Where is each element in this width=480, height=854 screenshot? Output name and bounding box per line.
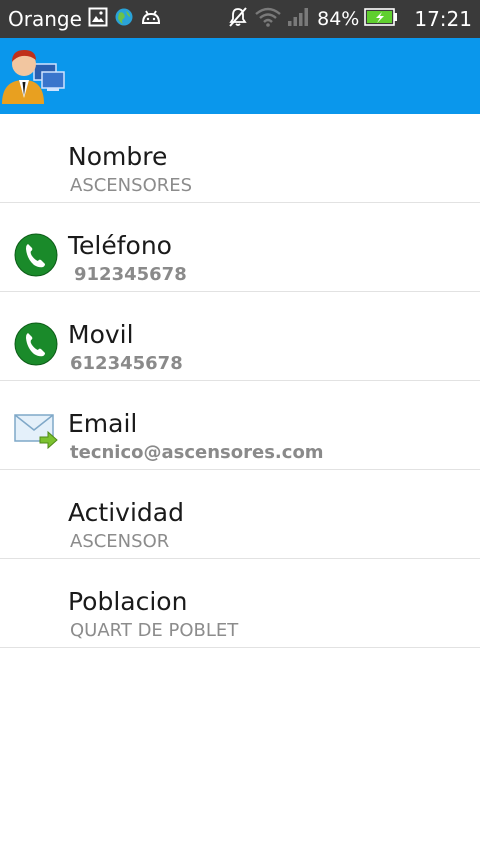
field-row-poblacion: Poblacion QUART DE POBLET (0, 559, 480, 648)
contact-field-list: Nombre ASCENSORES Teléfono 912345678 Mov… (0, 114, 480, 648)
field-label: Actividad (68, 498, 184, 527)
action-bar (0, 38, 480, 114)
phone-icon[interactable] (14, 322, 58, 366)
field-row-movil[interactable]: Movil 612345678 (0, 292, 480, 381)
field-value: ASCENSORES (70, 175, 193, 196)
globe-icon (114, 7, 134, 31)
field-row-actividad: Actividad ASCENSOR (0, 470, 480, 559)
phone-icon[interactable] (14, 233, 58, 277)
status-clock: 17:21 (414, 7, 472, 31)
carrier-name: Orange (8, 7, 82, 31)
status-bar: Orange 84% 17:21 (0, 0, 480, 38)
email-icon[interactable] (14, 411, 58, 455)
field-value: QUART DE POBLET (70, 620, 239, 641)
field-label: Movil (68, 320, 134, 349)
field-label: Email (68, 409, 138, 438)
mute-icon (227, 6, 249, 32)
battery-charging-icon (364, 8, 398, 30)
contact-detail-screen: Orange 84% 17:21 Nombre ASCENSORES Teléf… (0, 0, 480, 854)
status-right: 84% 17:21 (227, 6, 472, 32)
field-row-nombre: Nombre ASCENSORES (0, 114, 480, 203)
field-row-email[interactable]: Email tecnico@ascensores.com (0, 381, 480, 470)
contact-person-icon[interactable] (0, 42, 68, 106)
field-row-telefono[interactable]: Teléfono 912345678 (0, 203, 480, 292)
field-label: Nombre (68, 142, 168, 171)
field-value: ASCENSOR (70, 531, 170, 552)
wifi-icon (255, 7, 281, 31)
status-left: Orange (8, 7, 168, 31)
signal-icon (287, 7, 309, 31)
android-icon (140, 8, 162, 30)
field-value: 912345678 (74, 264, 187, 285)
field-value: tecnico@ascensores.com (70, 442, 324, 463)
field-label: Poblacion (68, 587, 188, 616)
field-label: Teléfono (68, 231, 172, 260)
battery-percentage: 84% (317, 8, 360, 30)
field-value: 612345678 (70, 353, 183, 374)
gallery-icon (88, 7, 108, 31)
